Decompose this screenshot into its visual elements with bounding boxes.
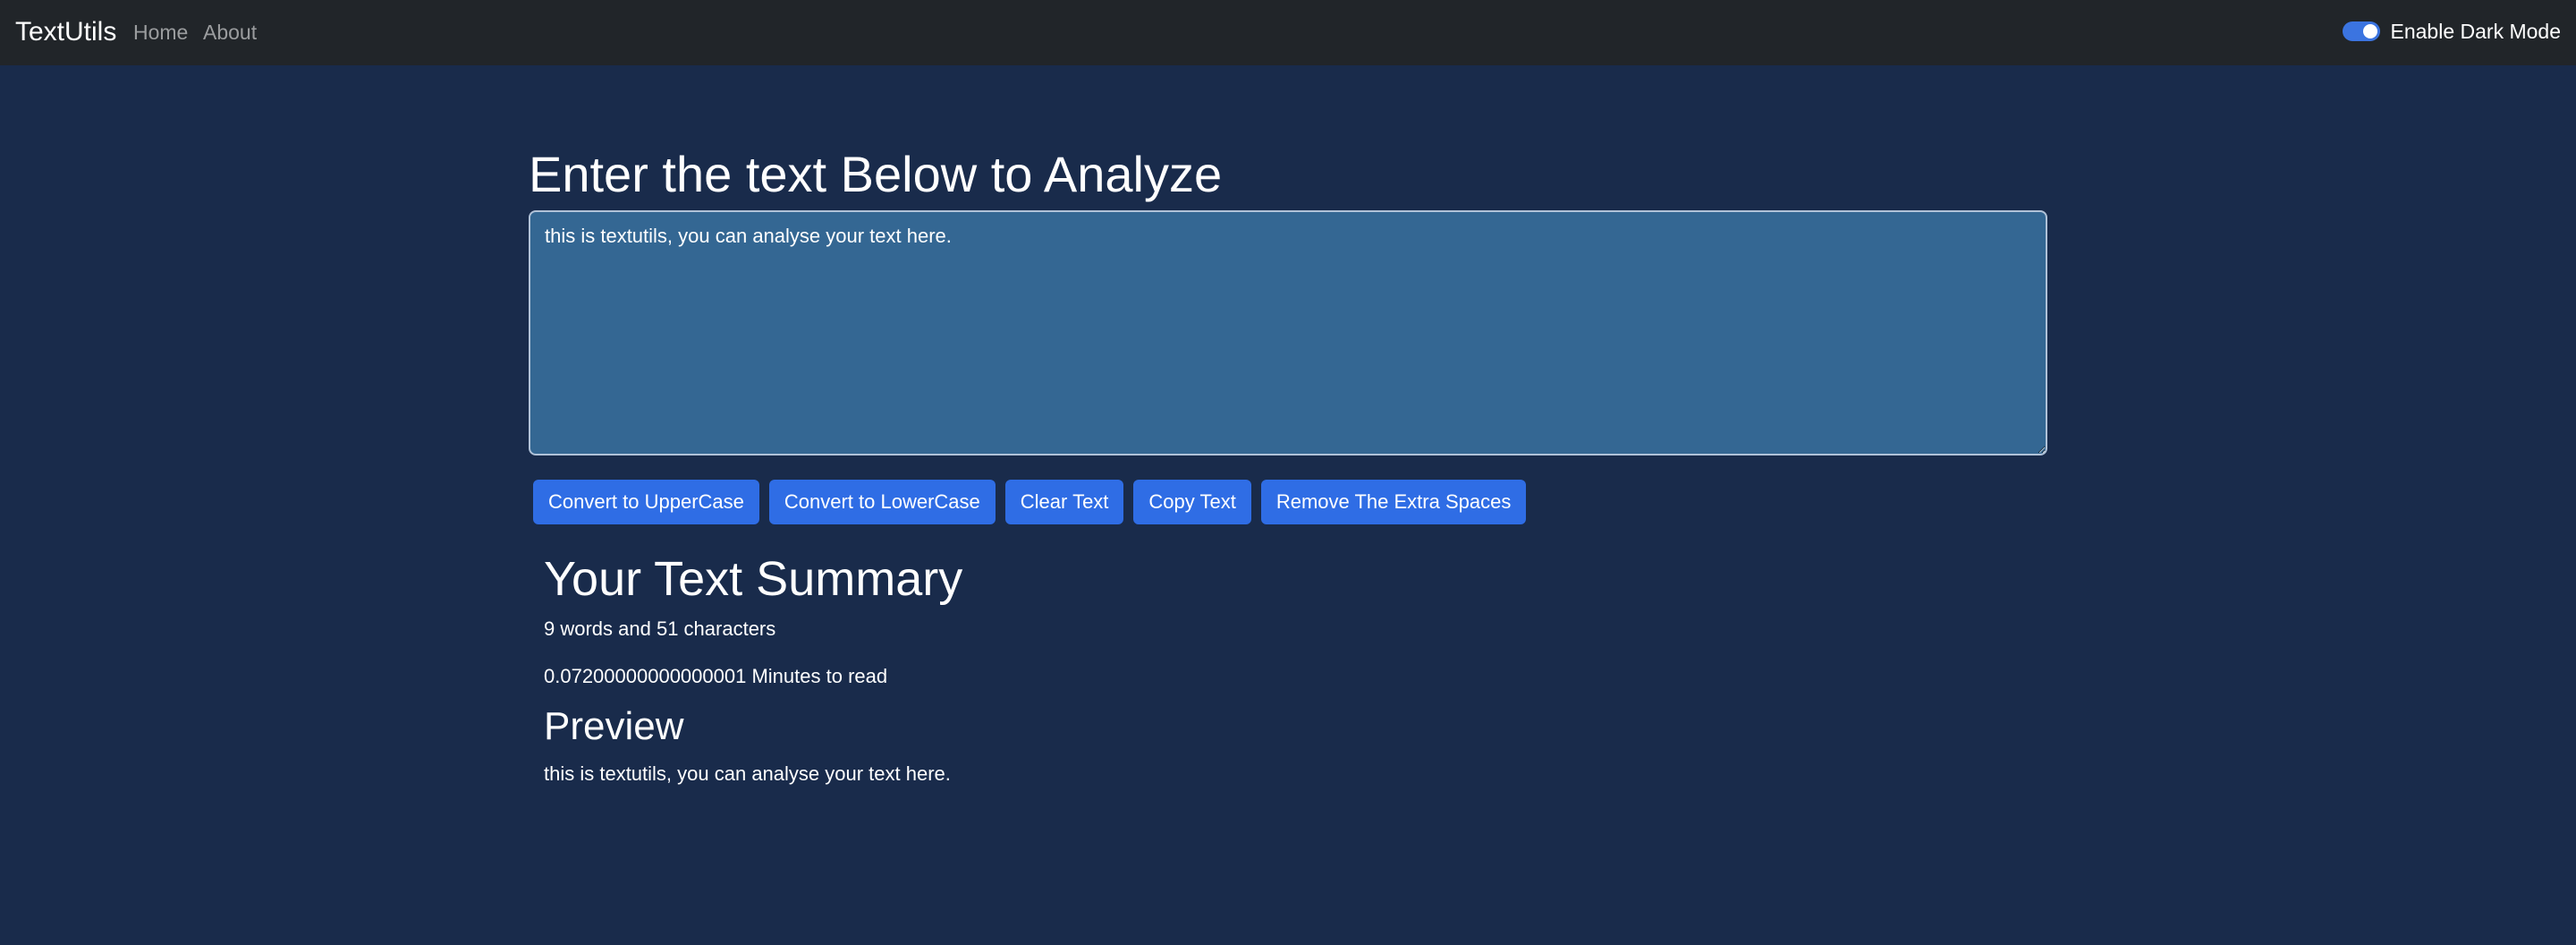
page-title: Enter the text Below to Analyze [529,146,1223,202]
summary-title: Your Text Summary [544,552,963,606]
toggle-knob [2362,24,2377,38]
action-buttons: Convert to UpperCase Convert to LowerCas… [533,480,1527,524]
dark-mode-label[interactable]: Enable Dark Mode [2391,17,2562,46]
word-char-count: 9 words and 51 characters [544,617,776,640]
clear-text-button[interactable]: Clear Text [1004,480,1124,524]
navbar: TextUtils Home About Enable Dark Mode [0,0,2576,65]
uppercase-button[interactable]: Convert to UpperCase [533,480,759,524]
brand-link[interactable]: TextUtils [15,14,116,50]
remove-extra-spaces-button[interactable]: Remove The Extra Spaces [1260,480,1527,524]
preview-text: this is textutils, you can analyse your … [544,762,951,785]
nav-link-home[interactable]: Home [133,18,188,47]
dark-mode-toggle[interactable] [2342,21,2380,41]
nav-link-about[interactable]: About [203,18,257,47]
copy-text-button[interactable]: Copy Text [1133,480,1251,524]
read-time: 0.07200000000000001 Minutes to read [544,665,888,687]
preview-title: Preview [544,704,684,748]
text-summary: Your Text Summary 9 words and 51 charact… [544,549,963,785]
text-input[interactable] [529,210,2047,455]
lowercase-button[interactable]: Convert to LowerCase [768,480,996,524]
dark-mode-switch[interactable]: Enable Dark Mode [2342,17,2562,46]
main-container: Enter the text Below to Analyze Convert … [529,143,2047,785]
